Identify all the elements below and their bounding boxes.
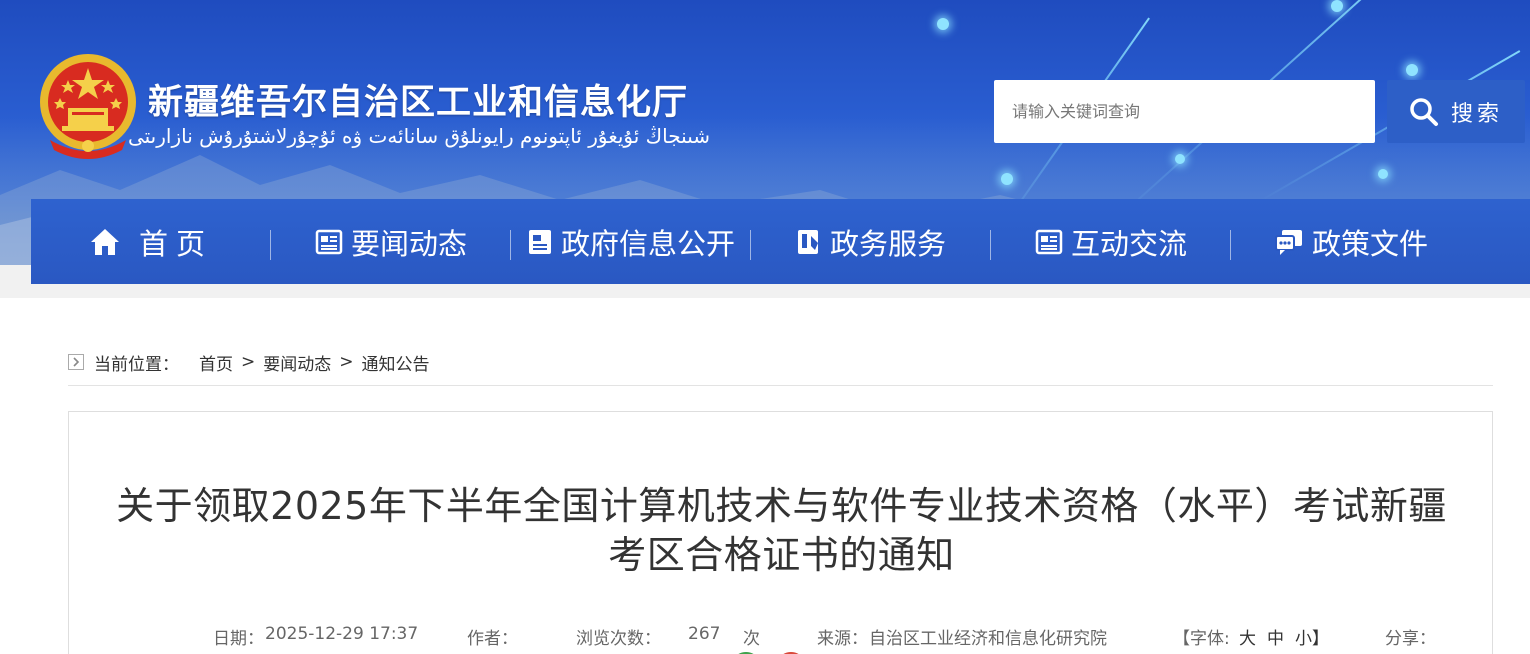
service-icon: [797, 229, 818, 254]
nav-item-services[interactable]: 政务服务: [751, 199, 991, 284]
search-icon: [1410, 97, 1438, 126]
home-icon: [90, 228, 119, 255]
share-label: 分享：: [1385, 629, 1436, 649]
source-label: 来源：: [817, 629, 868, 649]
views-unit: 次: [743, 629, 760, 649]
nav-item-home[interactable]: 首页: [31, 199, 271, 284]
nav-item-interaction[interactable]: 互动交流: [991, 199, 1231, 284]
light-dot: [1331, 0, 1343, 12]
policy-icon: [1274, 229, 1302, 255]
font-size-large[interactable]: 大: [1239, 624, 1256, 649]
font-size-small[interactable]: 小】: [1295, 624, 1329, 649]
search-button[interactable]: 搜索: [1387, 80, 1525, 143]
light-dot: [1378, 169, 1388, 179]
nav-item-label: 首页: [138, 226, 213, 261]
nav-item-label: 政策文件: [1311, 226, 1428, 261]
article-title: 关于领取2025年下半年全国计算机技术与软件专业技术资格（水平）考试新疆考区合格…: [116, 484, 1447, 577]
light-dot: [937, 18, 949, 30]
nav-item-label: 互动交流: [1070, 226, 1187, 261]
views-count: 267: [688, 624, 721, 644]
light-dot: [1406, 64, 1418, 76]
font-size-label: 【字体:: [1173, 629, 1230, 649]
breadcrumb-separator: >: [339, 352, 354, 372]
article-meta: 日期： 2025-12-29 17:37 作者： 浏览次数： 267 次 来源：…: [69, 624, 1494, 649]
nav-item-policy[interactable]: 政策文件: [1231, 199, 1471, 284]
breadcrumb-home[interactable]: 首页: [199, 350, 233, 375]
breadcrumb: 当前位置： 首页 > 要闻动态 > 通知公告: [68, 348, 430, 376]
nav-item-gov-info[interactable]: 政府信息公开: [511, 199, 751, 284]
document-icon: [528, 229, 551, 254]
breadcrumb-divider: [68, 385, 1493, 386]
breadcrumb-label: 当前位置：: [94, 354, 179, 375]
breadcrumb-news[interactable]: 要闻动态: [263, 350, 331, 375]
search-button-label: 搜索: [1450, 101, 1503, 127]
date-label: 日期：: [213, 629, 264, 649]
page: 新疆维吾尔自治区工业和信息化厅 شىنجاڭ ئۇيغۇر ئاپتونوم ر…: [0, 0, 1530, 654]
nav-item-label: 要闻动态: [350, 226, 467, 261]
article-container: 关于领取2025年下半年全国计算机技术与软件专业技术资格（水平）考试新疆考区合格…: [68, 411, 1493, 654]
breadcrumb-notices[interactable]: 通知公告: [362, 350, 430, 375]
light-dot: [1175, 154, 1185, 164]
light-dot: [1001, 173, 1013, 185]
nav-item-label: 政务服务: [829, 226, 946, 261]
font-size-medium[interactable]: 中: [1267, 624, 1284, 649]
news-icon: [315, 229, 343, 254]
main-nav: 首页 要闻动态 政府信息公开 政务服务 互动交流 政策文件: [31, 199, 1530, 284]
search-input[interactable]: [994, 80, 1375, 143]
views-label: 浏览次数：: [576, 629, 661, 649]
site-subtitle: شىنجاڭ ئۇيغۇر ئاپتونوم رايونلۇق سانائەت …: [127, 124, 710, 148]
national-emblem-icon: [40, 54, 136, 159]
breadcrumb-separator: >: [241, 352, 256, 372]
interaction-icon: [1035, 229, 1063, 254]
author-label: 作者：: [467, 629, 518, 649]
location-arrow-icon: [68, 354, 84, 370]
site-title: 新疆维吾尔自治区工业和信息化厅: [148, 83, 689, 123]
nav-item-news[interactable]: 要闻动态: [271, 199, 511, 284]
date-value: 2025-12-29 17:37: [265, 624, 419, 644]
nav-item-label: 政府信息公开: [560, 226, 735, 261]
source-value: 自治区工业经济和信息化研究院: [869, 629, 1107, 649]
